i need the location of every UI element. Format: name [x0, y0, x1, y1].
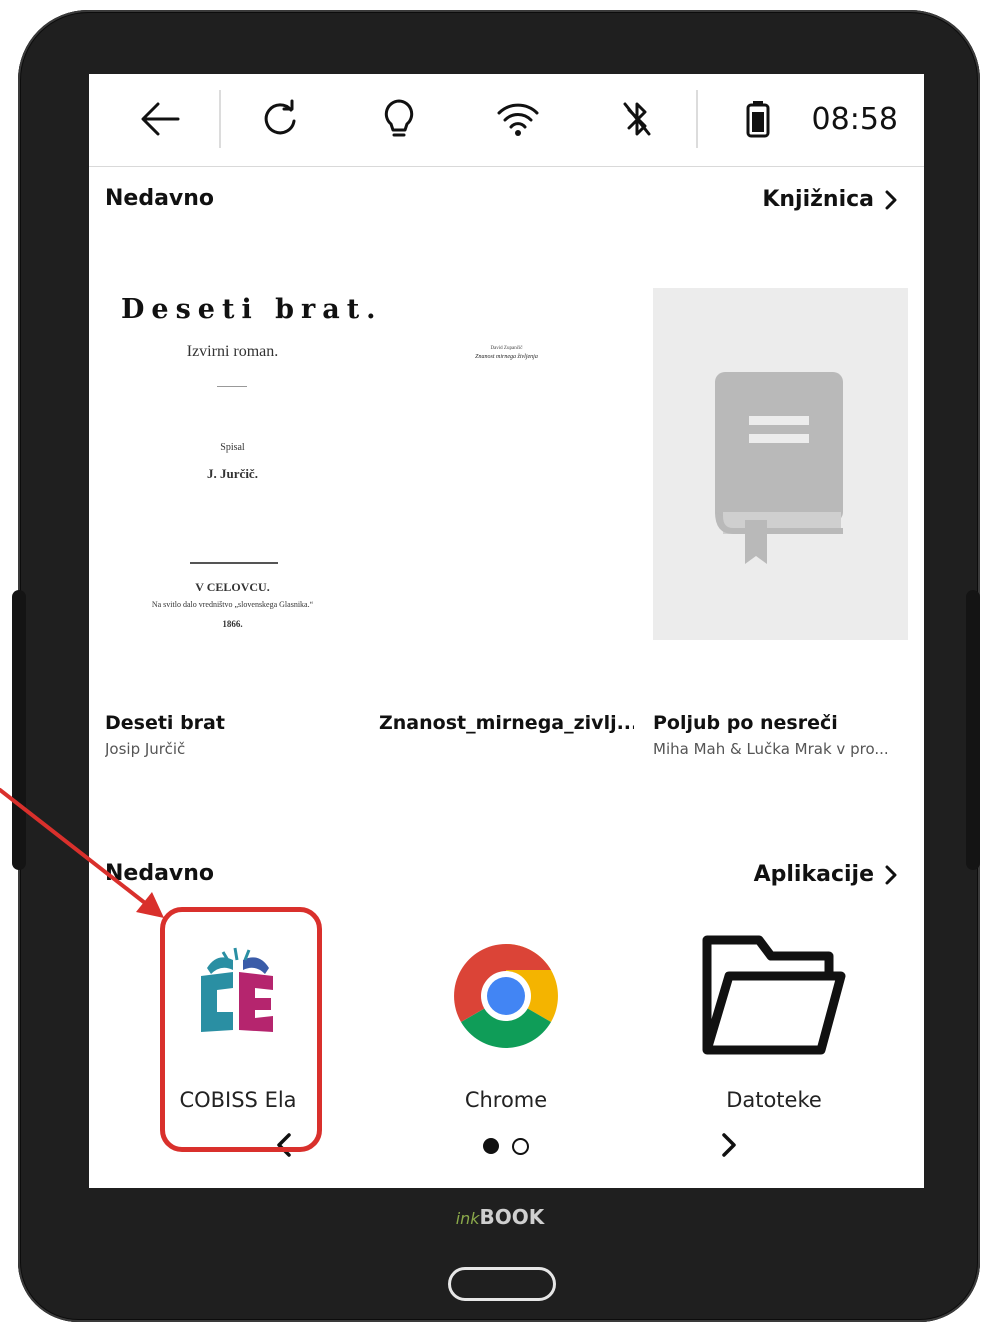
cover-spisal: Spisal: [220, 442, 245, 453]
app-label: Datoteke: [726, 1088, 822, 1112]
book-cover: Deseti brat. Izvirni roman. Spisal J. Ju…: [105, 288, 376, 640]
battery-icon[interactable]: [735, 96, 781, 142]
status-bar: 08:58: [89, 74, 924, 167]
wifi-icon[interactable]: [495, 96, 541, 142]
status-divider: [696, 90, 698, 148]
cover-place: V CELOVCU.: [195, 580, 270, 594]
book-author: Miha Mah & Lučka Mrak v pro...: [653, 740, 889, 758]
home-button[interactable]: [448, 1267, 556, 1301]
book-title: Poljub po nesreči: [653, 712, 838, 734]
book-title: Deseti brat: [105, 712, 225, 734]
folder-icon: [684, 935, 864, 1056]
cover-subheading: Izvirni roman.: [186, 343, 279, 360]
cover-author: David Zupančič: [490, 346, 523, 351]
cover-author: J. Jurčič.: [207, 466, 258, 481]
chevron-right-icon: [885, 865, 897, 884]
cover-rule: [217, 386, 247, 387]
cover-publisher: Na svitlo dalo vredništvo „slovenskega G…: [151, 600, 314, 609]
book-card-znanost[interactable]: David Zupančič Znanost mirnega življenja…: [379, 288, 634, 740]
annotation-arrow-icon: [0, 788, 164, 918]
chevron-right-icon: [722, 1133, 736, 1157]
book-card-poljub[interactable]: Poljub po nesreči Miha Mah & Lučka Mrak …: [653, 288, 908, 758]
book-author: Josip Jurčič: [105, 740, 186, 758]
library-link[interactable]: Knjižnica: [762, 187, 898, 212]
chrome-icon: [416, 936, 596, 1056]
cover-heading: Deseti brat.: [121, 294, 383, 325]
bluetooth-icon[interactable]: [614, 96, 660, 142]
book-card-deseti-brat[interactable]: Deseti brat. Izvirni roman. Spisal J. Ju…: [105, 288, 376, 758]
page-indicator-active[interactable]: [483, 1138, 499, 1154]
apps-link[interactable]: Aplikacije: [754, 862, 898, 887]
book-cover: David Zupančič Znanost mirnega življenja: [379, 288, 634, 640]
book-cover-placeholder: [653, 288, 908, 640]
app-label: Chrome: [464, 1088, 548, 1112]
app-chrome[interactable]: Chrome: [416, 936, 596, 1112]
right-side-button[interactable]: [966, 590, 980, 870]
book-placeholder-icon: [715, 372, 843, 564]
status-divider: [219, 90, 221, 148]
cover-ornament: [190, 562, 278, 564]
highlight-box: [160, 907, 322, 1152]
cover-title: Znanost mirnega življenja: [475, 354, 538, 360]
back-arrow-icon[interactable]: [137, 96, 183, 142]
device-brand-logo: inkBOOK: [455, 1205, 545, 1229]
pager-next-button[interactable]: [714, 1130, 744, 1160]
recent-books-heading: Nedavno: [105, 186, 215, 211]
library-link-label: Knjižnica: [762, 187, 874, 212]
book-title: Znanost_mirnega_zivlj...: [379, 712, 634, 734]
cover-year: 1866.: [222, 619, 243, 629]
clock: 08:58: [811, 102, 898, 137]
chevron-right-icon: [885, 190, 897, 209]
app-datoteke[interactable]: Datoteke: [684, 935, 864, 1112]
apps-link-label: Aplikacije: [753, 862, 874, 887]
refresh-icon[interactable]: [257, 96, 303, 142]
page-indicator-inactive[interactable]: [512, 1138, 529, 1155]
light-bulb-icon[interactable]: [376, 96, 422, 142]
